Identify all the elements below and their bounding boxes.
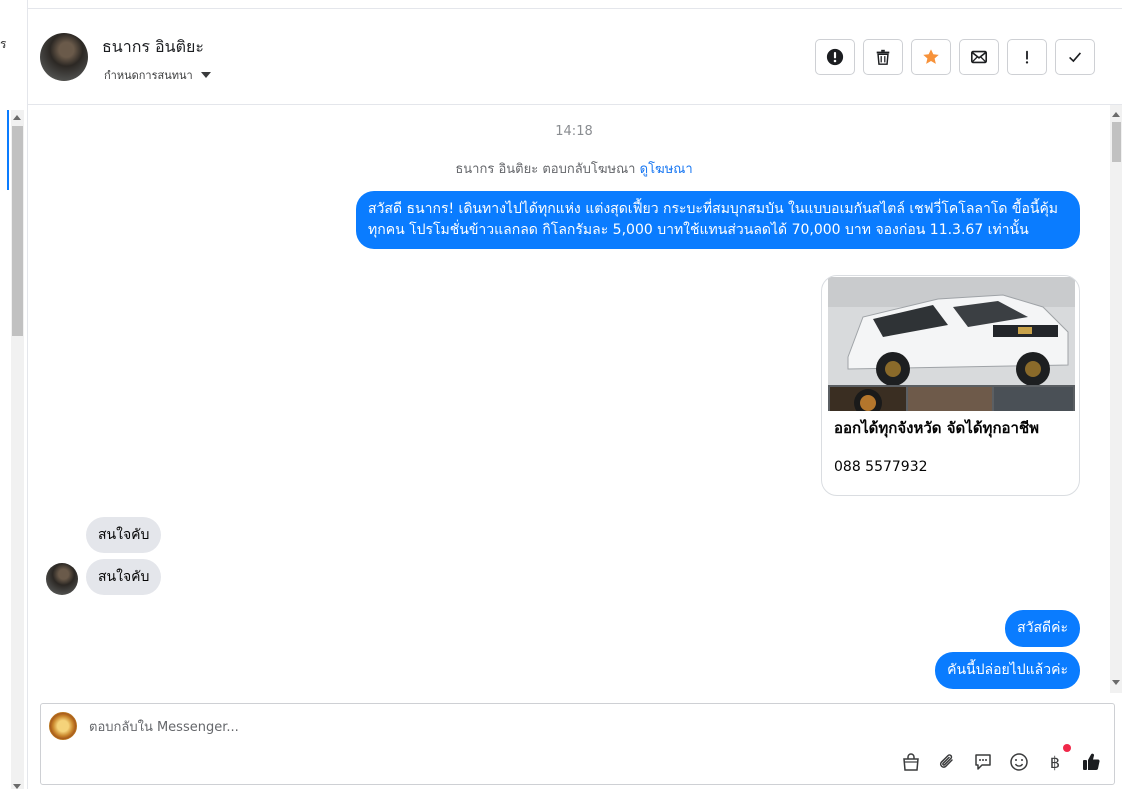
check-icon	[1069, 52, 1082, 63]
star-icon	[923, 49, 939, 64]
mark-done-button[interactable]	[1055, 39, 1095, 75]
like-button[interactable]	[1079, 750, 1103, 774]
baht-payment-icon: ฿	[1049, 752, 1061, 772]
envelope-icon	[970, 50, 988, 64]
payment-button[interactable]: ฿	[1043, 744, 1071, 774]
message-timestamp: 14:18	[555, 124, 593, 139]
assign-conversation-dropdown[interactable]: กำหนดการสนทนา	[104, 66, 211, 84]
assign-conversation-label: กำหนดการสนทนา	[104, 69, 193, 82]
reply-input[interactable]	[89, 716, 989, 738]
selected-conversation-indicator	[7, 110, 9, 190]
scroll-up-arrow-icon[interactable]	[13, 115, 21, 120]
saved-reply-icon	[975, 754, 991, 770]
exclamation-circle-icon	[826, 48, 844, 66]
ad-card[interactable]: ออกได้ทุกจังหวัด จัดได้ทุกอาชีพ 088 5577…	[821, 275, 1080, 496]
contact-name[interactable]: ธนากร อินติยะ	[102, 35, 204, 60]
saved-replies-button[interactable]	[971, 750, 995, 774]
emoji-icon	[1010, 753, 1028, 771]
scroll-up-arrow-icon[interactable]	[1112, 112, 1120, 117]
emoji-button[interactable]	[1007, 750, 1031, 774]
contact-avatar[interactable]	[40, 33, 88, 81]
composer-tools: ฿	[899, 744, 1103, 774]
view-ad-link[interactable]: ดูโฆษณา	[640, 162, 693, 177]
mark-spam-button[interactable]	[815, 39, 855, 75]
delete-button[interactable]	[863, 39, 903, 75]
paperclip-icon	[939, 754, 953, 768]
incoming-message[interactable]: สนใจคับ	[86, 559, 162, 595]
conversation-header: ธนากร อินติยะ กำหนดการสนทนา	[28, 9, 1122, 105]
outgoing-message[interactable]: สวัสดีค่ะ	[1005, 610, 1080, 647]
incoming-message[interactable]: สนใจคับ	[86, 517, 162, 553]
ad-image	[828, 277, 1075, 411]
mark-unread-button[interactable]	[959, 39, 999, 75]
outgoing-message[interactable]: คันนี้ปล่อยไปแล้วค่ะ	[935, 652, 1080, 689]
pickup-truck-image	[828, 277, 1075, 411]
page-avatar	[49, 712, 77, 740]
attach-button[interactable]	[935, 750, 959, 774]
ad-phone-number[interactable]: 088 5577932	[834, 459, 928, 475]
ad-headline: ออกได้ทุกจังหวัด จัดได้ทุกอาชีพ	[834, 419, 1040, 437]
conversation-list-scroll-thumb[interactable]	[12, 126, 23, 336]
thread-scroll-thumb[interactable]	[1112, 122, 1121, 162]
outgoing-message[interactable]: สวัสดี ธนากร! เดินทางไปได้ทุกแห่ง แต่งสุ…	[356, 191, 1080, 249]
shop-button[interactable]	[899, 750, 923, 774]
message-thread[interactable]: 14:18 ธนากร อินติยะ ตอบกลับโฆษณา ดูโฆษณา…	[28, 105, 1110, 693]
star-button[interactable]	[911, 39, 951, 75]
thread-scrollbar[interactable]	[1110, 105, 1122, 693]
ad-reply-note: ธนากร อินติยะ ตอบกลับโฆษณา ดูโฆษณา	[28, 158, 1110, 179]
scroll-down-arrow-icon[interactable]	[13, 784, 21, 789]
ad-reply-note-text: ธนากร อินติยะ ตอบกลับโฆษณา	[455, 162, 636, 177]
exclamation-icon	[1025, 50, 1029, 64]
contact-avatar-small	[46, 563, 78, 595]
thumbs-up-icon	[1083, 753, 1100, 771]
shop-bag-icon	[903, 753, 919, 771]
caret-down-icon	[200, 72, 211, 78]
message-composer: ฿	[40, 703, 1115, 785]
conversation-list-cut-text: ร	[0, 37, 7, 51]
follow-up-button[interactable]	[1007, 39, 1047, 75]
header-actions	[815, 39, 1095, 75]
scroll-down-arrow-icon[interactable]	[1112, 680, 1120, 685]
notification-dot	[1063, 744, 1071, 752]
trash-icon	[876, 49, 890, 65]
